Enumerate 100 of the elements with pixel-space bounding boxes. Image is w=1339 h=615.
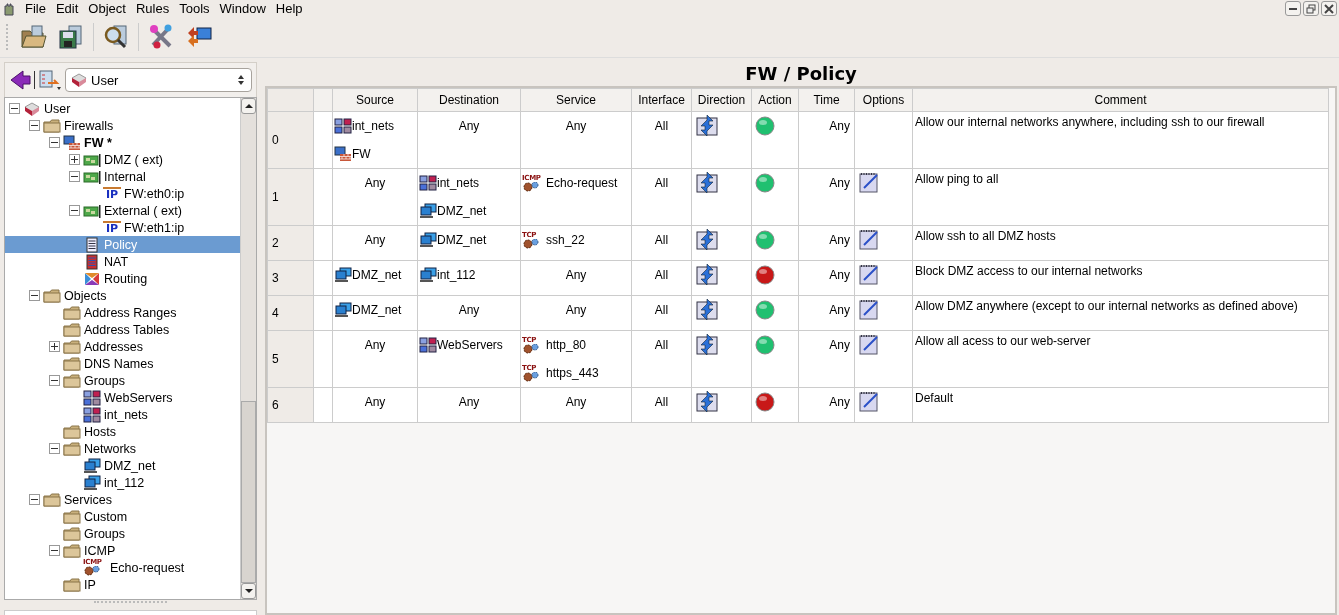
routing-icon [83, 270, 101, 287]
rule-object[interactable]: int_nets [419, 169, 519, 197]
rule-object[interactable]: FW [334, 140, 416, 168]
tree-label: FW:eth0:ip [124, 186, 185, 201]
tree-item[interactable]: NAT [5, 253, 241, 270]
tree-item[interactable]: Addresses [5, 338, 241, 355]
tree-item[interactable]: ICMP [5, 542, 241, 559]
back-arrow-icon[interactable] [8, 68, 32, 92]
collapse-toggle[interactable] [69, 205, 80, 216]
cell-text: All [654, 303, 669, 317]
tree-item[interactable]: Hosts [5, 423, 241, 440]
scroll-down-icon[interactable] [241, 583, 257, 599]
column-header[interactable]: Action [751, 88, 799, 112]
tree-label: ICMP [84, 543, 116, 558]
menu-item[interactable]: Help [270, 1, 308, 16]
tree-item[interactable]: Address Ranges [5, 304, 241, 321]
collapse-toggle[interactable] [49, 137, 60, 148]
tree-item[interactable]: Objects [5, 287, 241, 304]
column-header[interactable]: Service [520, 88, 632, 112]
tree-label: int_nets [104, 407, 148, 422]
menu-item[interactable]: Edit [50, 1, 84, 16]
folder-icon [63, 423, 81, 440]
tree-label: Hosts [84, 424, 116, 439]
menu-item[interactable]: File [20, 1, 51, 16]
column-header[interactable]: Interface [631, 88, 692, 112]
tree-label: Internal [104, 169, 146, 184]
rule-object[interactable]: int_nets [334, 112, 416, 140]
menu-item[interactable]: Rules [130, 1, 175, 16]
list-icon [83, 236, 101, 253]
cell-text: All [654, 338, 669, 352]
network-card-icon [83, 202, 101, 219]
tree-item[interactable]: Groups [5, 525, 241, 542]
tree-item[interactable]: DNS Names [5, 355, 241, 372]
tree-item[interactable]: IP FW:eth0:ip [5, 185, 241, 202]
tree-label: External ( ext) [104, 203, 182, 218]
tree-item[interactable]: DMZ_net [5, 457, 241, 474]
column-header[interactable]: Comment [912, 88, 1329, 112]
tree-item[interactable]: External ( ext) [5, 202, 241, 219]
tree-item[interactable]: IP [5, 576, 241, 593]
column-header[interactable]: Source [332, 88, 418, 112]
collapse-toggle[interactable] [69, 171, 80, 182]
tree-item[interactable]: Address Tables [5, 321, 241, 338]
rule-comment: Allow all acess to our web-server [915, 334, 1091, 348]
tree-label: Networks [84, 441, 137, 456]
cell-text: Any [829, 176, 850, 190]
arrows-icon [695, 228, 719, 252]
notepad-icon [858, 333, 880, 355]
collapse-toggle[interactable] [9, 103, 20, 114]
tree-item[interactable]: IP FW:eth1:ip [5, 219, 241, 236]
network-card-icon [83, 168, 101, 185]
tree-item[interactable]: Routing [5, 270, 241, 287]
restore-button[interactable] [1303, 1, 1319, 16]
tree-item[interactable]: Custom [5, 508, 241, 525]
tree-item[interactable]: DMZ ( ext) [5, 151, 241, 168]
expand-toggle[interactable] [49, 341, 60, 352]
folder-icon [63, 576, 81, 593]
expand-toggle[interactable] [69, 154, 80, 165]
column-header[interactable]: Direction [691, 88, 752, 112]
rule-comment: Default [915, 391, 954, 405]
collapse-toggle[interactable] [29, 120, 40, 131]
column-header[interactable]: Time [798, 88, 855, 112]
scroll-up-icon[interactable] [241, 98, 257, 114]
rule-object[interactable]: DMZ_net [419, 197, 519, 225]
tree-item[interactable]: WebServers [5, 389, 241, 406]
menu-item[interactable]: Object [83, 1, 131, 16]
cell-text: Any [829, 395, 850, 409]
object-menu-icon[interactable] [37, 68, 63, 92]
group-icon [83, 389, 101, 406]
tree-item[interactable]: int_nets [5, 406, 241, 423]
column-header[interactable]: Options [854, 88, 913, 112]
collapse-toggle[interactable] [29, 494, 40, 505]
network-icon [334, 302, 352, 318]
scroll-thumb[interactable] [241, 401, 257, 583]
menu-item[interactable]: Window [214, 1, 271, 16]
tree-item[interactable]: Networks [5, 440, 241, 457]
scrollbar[interactable] [240, 98, 257, 599]
tree-item[interactable]: Internal [5, 168, 241, 185]
collapse-toggle[interactable] [49, 375, 60, 386]
tree-item[interactable]: Services [5, 491, 241, 508]
rule-comment: Allow our internal networks anywhere, including ssh to our firewall [915, 115, 1265, 129]
close-button[interactable] [1321, 1, 1337, 16]
cell-text: Any [458, 118, 480, 133]
tree-item[interactable]: User [5, 100, 241, 117]
library-dropdown[interactable]: User [65, 68, 253, 92]
cell-text: All [654, 119, 669, 133]
cell-text: Any [364, 175, 386, 190]
tree-item[interactable]: Firewalls [5, 117, 241, 134]
menu-item[interactable]: Tools [174, 1, 215, 16]
tree-item[interactable]: Groups [5, 372, 241, 389]
collapse-toggle[interactable] [29, 290, 40, 301]
tree-label: DNS Names [84, 356, 154, 371]
notepad-icon [858, 298, 880, 320]
minimize-button[interactable] [1285, 1, 1301, 16]
tree-item[interactable]: FW * [5, 134, 241, 151]
tree-item[interactable]: int_112 [5, 474, 241, 491]
collapse-toggle[interactable] [49, 443, 60, 454]
folder-icon [63, 372, 81, 389]
folder-icon [63, 338, 81, 355]
column-header[interactable]: Destination [417, 88, 521, 112]
collapse-toggle[interactable] [49, 545, 60, 556]
